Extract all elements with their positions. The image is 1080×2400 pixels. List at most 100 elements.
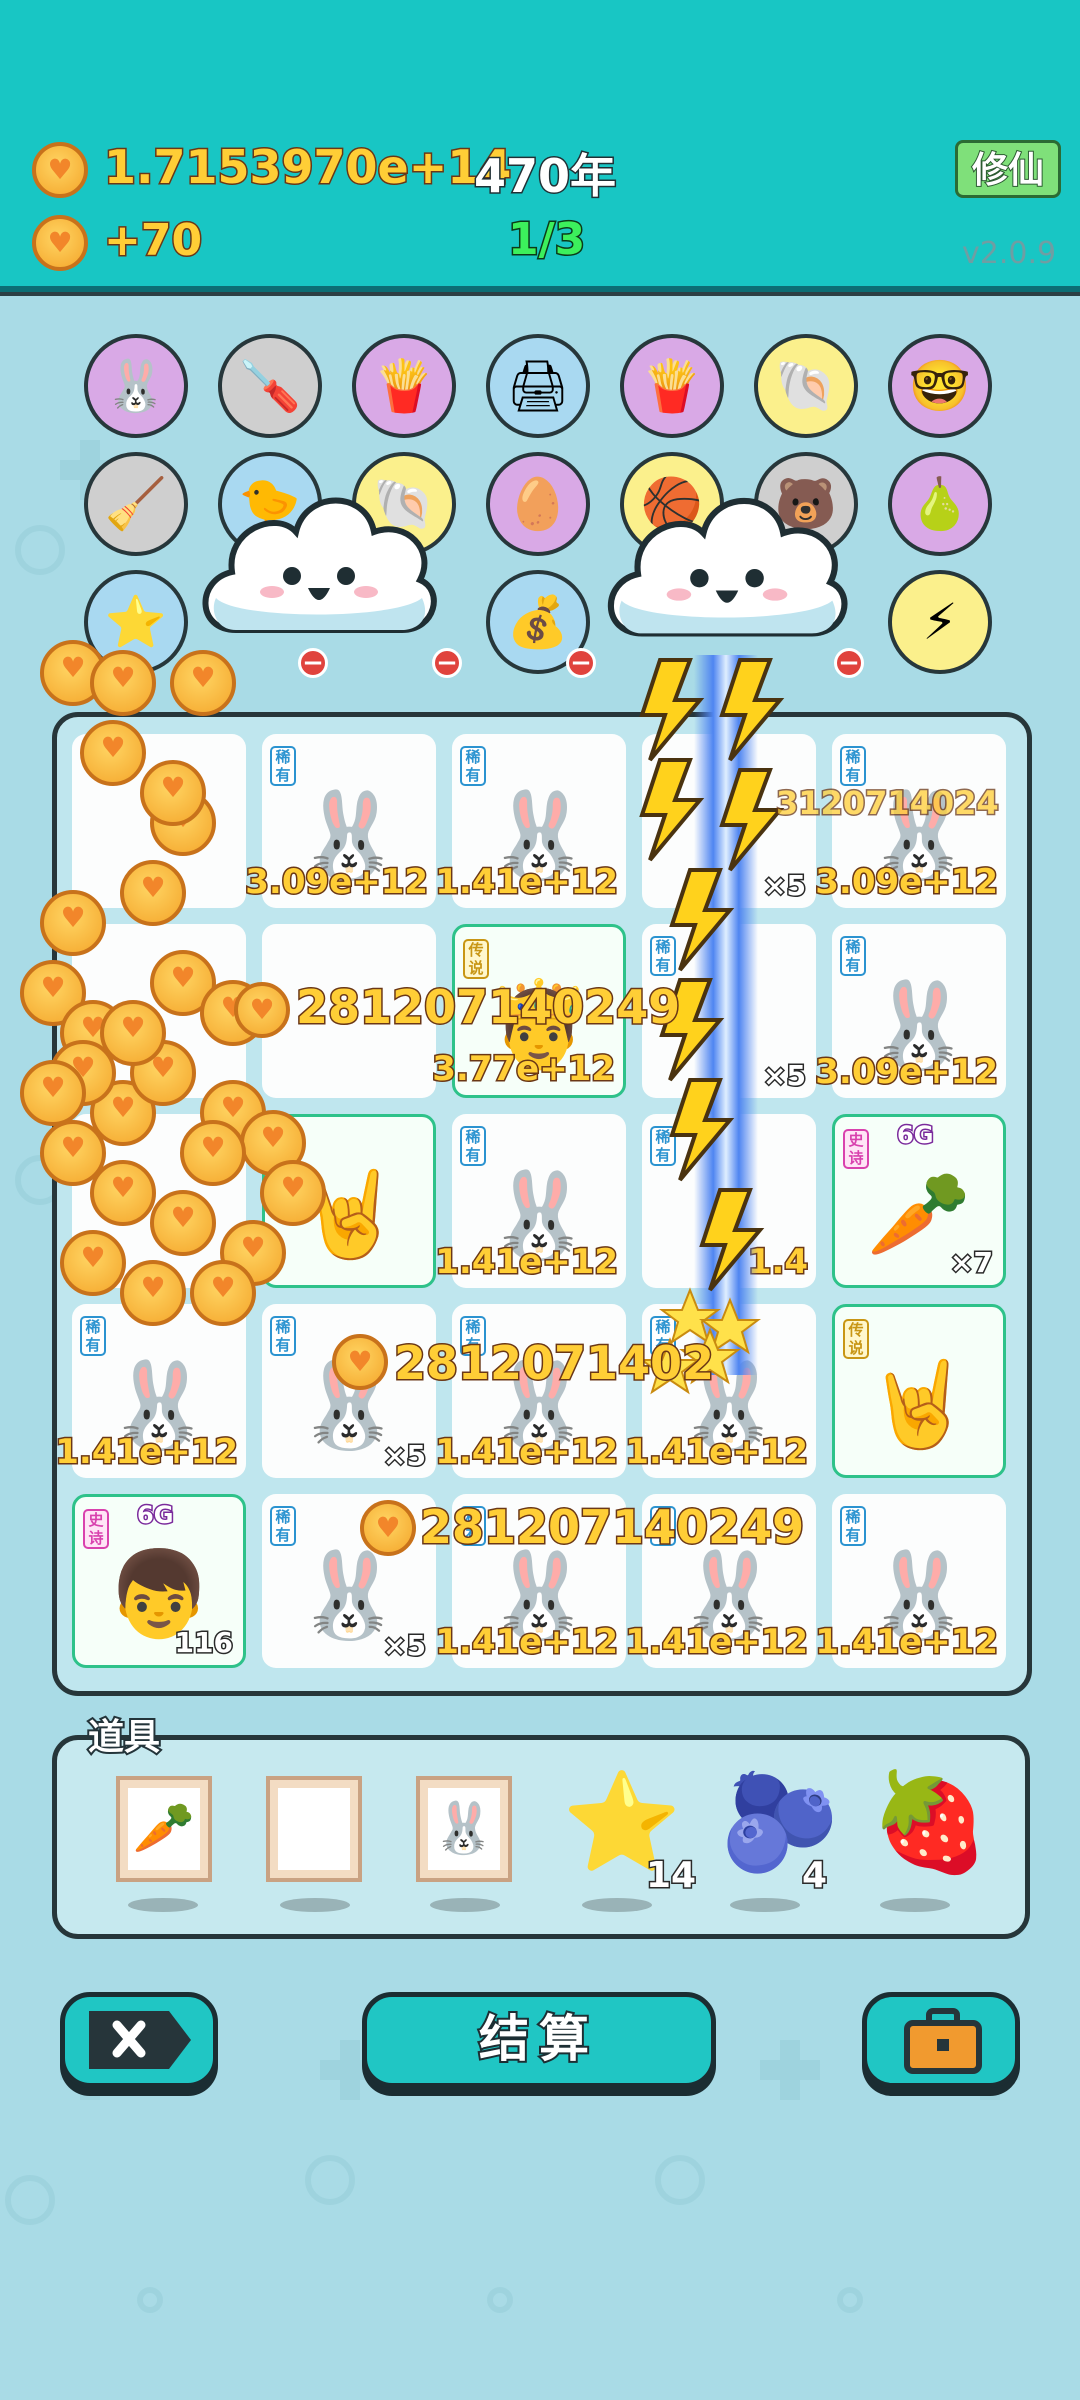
item-glasses-face-icon[interactable]: 🤓 — [888, 334, 992, 438]
item-printer-icon[interactable]: 🖨 — [486, 334, 590, 438]
rarity-tag: 史诗 — [843, 1129, 869, 1169]
coin-icon — [40, 1120, 106, 1186]
rarity-tag: 稀有 — [460, 746, 486, 786]
shadow — [880, 1898, 950, 1912]
board-cell[interactable]: 🐰 稀有 1.41e+12 — [434, 1114, 626, 1288]
board-cell[interactable]: 🐰 稀有 3.09e+12 — [814, 924, 1006, 1098]
board-cell[interactable]: 👦 史诗 116 6G — [72, 1494, 246, 1668]
coin-icon — [120, 860, 186, 926]
shadow — [582, 1898, 652, 1912]
coin-icon — [150, 1190, 216, 1256]
star-count: 14 — [644, 1854, 697, 1898]
cell-value: 1.41e+12 — [624, 1431, 810, 1474]
item-fries-icon[interactable]: 🍟 — [352, 334, 456, 438]
cell-count: ×7 — [949, 1245, 995, 1281]
shadow — [128, 1898, 198, 1912]
coin-rate-icon — [32, 215, 88, 271]
floating-reward: 281207140249 — [294, 979, 681, 1036]
item-fries-icon[interactable]: 🍟 — [620, 334, 724, 438]
item-bunny-icon[interactable]: 🐰 — [84, 334, 188, 438]
coin-icon — [360, 1500, 416, 1556]
cell-value: 3.09e+12 — [814, 861, 1000, 904]
cell-count: ×5 — [382, 1438, 428, 1474]
briefcase-icon — [904, 2008, 982, 2074]
bunny-icon: 🐰 — [296, 1545, 402, 1644]
cell-value: 1.41e+12 — [624, 1621, 810, 1664]
carrot-icon: 🥕 — [128, 1788, 200, 1870]
coin-icon — [260, 1160, 326, 1226]
rarity-tag: 稀有 — [270, 746, 296, 786]
cell-value: 1.41e+12 — [814, 1621, 1000, 1664]
coin-icon — [40, 890, 106, 956]
version-label: v2.0.9 — [962, 236, 1057, 271]
rarity-tag: 稀有 — [270, 1506, 296, 1546]
prop-bunny-frame[interactable]: 🐰 — [416, 1776, 512, 1882]
item-broom-icon[interactable]: 🧹 — [84, 452, 188, 556]
coin-icon — [190, 1260, 256, 1326]
rarity-tag: 稀有 — [270, 1316, 296, 1356]
cell-value: 3.09e+12 — [244, 861, 430, 904]
close-tag-icon — [89, 2011, 191, 2069]
settle-button[interactable]: 结算 — [362, 1992, 716, 2088]
prop-empty-frame[interactable] — [266, 1776, 362, 1882]
rarity-tag: 稀有 — [460, 1126, 486, 1166]
coin-icon — [140, 760, 206, 826]
board-cell[interactable]: 🐰 稀有 1.41e+12 — [434, 734, 626, 908]
coin-icon — [180, 1120, 246, 1186]
prop-carrot-frame[interactable]: 🥕 — [116, 1776, 212, 1882]
rarity-tag: 稀有 — [840, 936, 866, 976]
coin-icon — [234, 982, 290, 1038]
page-counter: 1/3 — [506, 213, 586, 267]
rarity-tag: 稀有 — [80, 1316, 106, 1356]
rarity-tag: 稀有 — [840, 1506, 866, 1546]
blueberry-count: 4 — [800, 1854, 828, 1898]
coin-icon — [80, 720, 146, 786]
cloud-left-icon — [202, 497, 437, 633]
props-title: 道具 — [86, 1715, 162, 1760]
coin-icon — [20, 1060, 86, 1126]
board-cell[interactable]: 🤘 传说 — [832, 1304, 1006, 1478]
floating-reward: 2812071402 — [392, 1335, 715, 1392]
floating-reward: 281207140249 — [418, 1499, 805, 1556]
xiuxian-button[interactable]: 修仙 — [955, 140, 1061, 198]
coin-icon — [60, 1230, 126, 1296]
remove-icon[interactable]: − — [566, 648, 596, 678]
rarity-tag: 史诗 — [83, 1509, 109, 1549]
strawberry-prop-icon[interactable]: 🍓 — [870, 1774, 990, 1870]
character-icon: 👦 — [106, 1545, 212, 1644]
board-cell[interactable]: 🥕 史诗 ×7 6G — [832, 1114, 1006, 1288]
item-lightning-icon[interactable]: ⚡ — [888, 570, 992, 674]
item-guava-icon[interactable]: 🍐 — [888, 452, 992, 556]
settle-label: 结算 — [477, 2008, 599, 2070]
board-cell[interactable]: 🐰 稀有 1.41e+12 — [814, 1494, 1006, 1668]
cell-count: 116 — [173, 1625, 234, 1661]
blank-icon — [278, 1788, 350, 1870]
board-cell[interactable]: 🐰 稀有 1.41e+12 — [54, 1304, 246, 1478]
rarity-tag: 稀有 — [840, 746, 866, 786]
board-cell[interactable]: 🐰 稀有 3.09e+12 — [244, 734, 436, 908]
6g-badge: 6G — [895, 1120, 934, 1151]
cell-value: 3.09e+12 — [814, 1051, 1000, 1094]
item-egg-icon[interactable]: 🥚 — [486, 452, 590, 556]
year-counter: 470年 — [472, 148, 617, 205]
cell-value: 1.41e+12 — [434, 861, 620, 904]
character-icon: 🤘 — [866, 1355, 972, 1454]
bag-button[interactable] — [862, 1992, 1020, 2088]
board-cell[interactable]: 🐰 稀有 1.41e+12 — [434, 1304, 626, 1478]
board-cell[interactable]: 🐰 稀有 ×5 — [262, 1304, 436, 1478]
item-shell-icon[interactable]: 🐚 — [754, 334, 858, 438]
shadow — [430, 1898, 500, 1912]
coin-icon — [32, 142, 88, 198]
cancel-button[interactable] — [60, 1992, 218, 2088]
cell-value: 1.41e+12 — [434, 1241, 620, 1284]
rarity-tag: 传说 — [843, 1319, 869, 1359]
cell-count: ×5 — [382, 1628, 428, 1664]
item-screwdriver-icon[interactable]: 🪛 — [218, 334, 322, 438]
character-icon: 🥕 — [866, 1165, 972, 1264]
coin-icon — [170, 650, 236, 716]
coin-icon — [90, 650, 156, 716]
coin-icon — [332, 1334, 388, 1390]
rarity-tag: 传说 — [463, 939, 489, 979]
cell-value: 1.41e+12 — [434, 1621, 620, 1664]
cell-value: 1.41e+12 — [54, 1431, 240, 1474]
